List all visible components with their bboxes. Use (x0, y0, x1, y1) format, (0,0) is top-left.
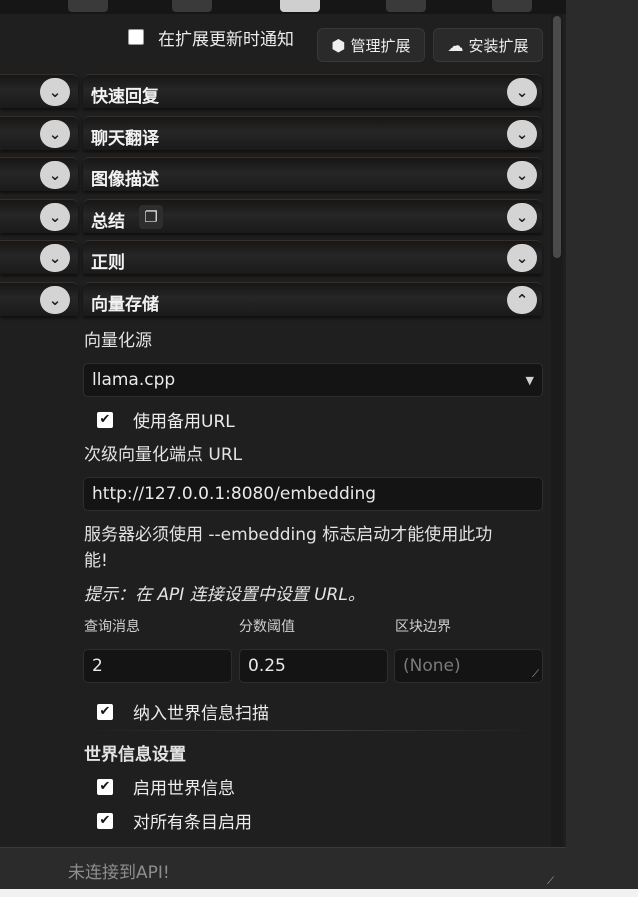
left-drawer-2[interactable]: ⌄ (0, 116, 78, 150)
status-placeholder: 未连接到API! (68, 863, 170, 883)
enable-all-label: 对所有条目启用 (133, 813, 252, 833)
card-icon[interactable] (492, 0, 532, 12)
left-drawer-5[interactable]: ⌄ (0, 240, 78, 274)
divider (84, 730, 542, 731)
extensions-icon[interactable] (280, 0, 320, 12)
chevron-down-icon[interactable]: ⌄ (507, 203, 537, 231)
footer-strip (0, 889, 638, 897)
scrollbar-thumb[interactable] (553, 16, 561, 258)
chat-input-bar[interactable]: 未连接到API! ⟋ (0, 847, 566, 889)
chevron-down-icon[interactable]: ⌄ (40, 78, 70, 106)
chevron-up-icon[interactable]: ⌃ (507, 286, 537, 314)
server-note-line2: 能! (84, 551, 108, 571)
chunk-boundary-placeholder: (None) (403, 656, 461, 676)
drawer-title: 向量存储 (91, 295, 159, 315)
top-toolbar (0, 0, 568, 14)
vectorization-source-label: 向量化源 (84, 331, 152, 351)
secondary-endpoint-label: 次级向量化端点 URL (84, 445, 243, 465)
endpoint-value: http://127.0.0.1:8080/embedding (92, 484, 377, 504)
install-extension-button[interactable]: ☁ 安装扩展 (433, 28, 543, 62)
chevron-down-icon[interactable]: ⌄ (40, 120, 70, 148)
chevron-down-icon[interactable]: ⌄ (40, 203, 70, 231)
wi-settings-title: 世界信息设置 (84, 745, 186, 765)
drawer-title: 快速回复 (91, 87, 159, 107)
drawer-title: 正则 (91, 253, 125, 273)
enable-wi-label: 启用世界信息 (133, 779, 235, 799)
selected-source: llama.cpp (92, 370, 176, 390)
manage-extensions-label: 管理扩展 (350, 36, 411, 55)
enable-wi-checkbox[interactable]: ✔ (97, 778, 113, 795)
server-note-line1: 服务器必须使用 --embedding 标志启动才能使用此功 (84, 525, 493, 545)
score-threshold-label: 分数阈值 (239, 619, 295, 635)
use-alt-url-row[interactable]: ✔ 使用备用URL (97, 407, 235, 432)
left-drawer-1[interactable]: ⌄ (0, 74, 78, 108)
score-threshold-value: 0.25 (248, 656, 286, 676)
gear-icon[interactable] (68, 0, 108, 12)
chevron-down-icon[interactable]: ⌄ (507, 244, 537, 272)
enable-wi-row[interactable]: ✔ 启用世界信息 (97, 774, 235, 799)
left-drawer-3[interactable]: ⌄ (0, 157, 78, 191)
enable-all-checkbox[interactable]: ✔ (97, 812, 113, 829)
chunk-boundary-label: 区块边界 (395, 619, 451, 635)
include-wi-row[interactable]: ✔ 纳入世界信息扫描 (97, 699, 269, 724)
chevron-down-icon[interactable]: ⌄ (507, 78, 537, 106)
resize-handle-icon[interactable]: ⟋ (532, 669, 539, 680)
cubes-icon: ⬢ (331, 35, 346, 55)
hint-text: 提示：在 API 连接设置中设置 URL。 (84, 585, 365, 605)
drawer-chat-translation[interactable]: 聊天翻译 ⌄ (83, 116, 542, 150)
score-threshold-input[interactable]: 0.25 (239, 649, 388, 683)
drawer-quick-reply[interactable]: 快速回复 ⌄ (83, 74, 542, 108)
chevron-down-icon[interactable]: ⌄ (40, 244, 70, 272)
secondary-endpoint-input[interactable]: http://127.0.0.1:8080/embedding (83, 477, 543, 511)
chevron-down-icon[interactable]: ⌄ (507, 120, 537, 148)
dropdown-arrow-icon: ▼ (525, 374, 534, 387)
circle-icon[interactable] (386, 0, 426, 12)
include-wi-checkbox[interactable]: ✔ (97, 703, 113, 720)
enable-all-row[interactable]: ✔ 对所有条目启用 (97, 808, 252, 833)
drawer-title: 图像描述 (91, 170, 159, 190)
drawer-regex[interactable]: 正则 ⌄ (83, 240, 542, 274)
chevron-down-icon[interactable]: ⌄ (40, 161, 70, 189)
left-drawer-6[interactable]: ⌄ (0, 282, 78, 316)
use-alt-url-checkbox[interactable]: ✔ (97, 411, 113, 428)
left-drawer-4[interactable]: ⌄ (0, 199, 78, 233)
install-extension-label: 安装扩展 (468, 36, 529, 55)
query-messages-input[interactable]: 2 (83, 649, 232, 683)
drawer-image-captioning[interactable]: 图像描述 ⌄ (83, 157, 542, 191)
background-gap (566, 0, 638, 897)
chevron-down-icon[interactable]: ⌄ (507, 161, 537, 189)
drawer-title: 聊天翻译 (91, 129, 159, 149)
notify-checkbox[interactable] (128, 29, 144, 45)
notify-on-update-row[interactable]: 在扩展更新时通知 (128, 21, 294, 53)
drawer-title: 总结 (91, 212, 125, 232)
include-wi-label: 纳入世界信息扫描 (133, 704, 269, 724)
use-alt-url-label: 使用备用URL (133, 412, 235, 432)
resize-handle-icon[interactable]: ⟋ (547, 876, 554, 887)
drawer-vector-storage[interactable]: 向量存储 ⌃ (83, 282, 542, 316)
manage-extensions-button[interactable]: ⬢ 管理扩展 (317, 28, 425, 62)
query-messages-label: 查询消息 (84, 619, 140, 635)
chevron-down-icon[interactable]: ⌄ (40, 286, 70, 314)
drawer-summarize[interactable]: 总结 ❐ ⌄ (83, 199, 542, 233)
window-icon[interactable] (172, 0, 212, 12)
cloud-download-icon: ☁ (447, 35, 464, 55)
notify-label: 在扩展更新时通知 (158, 29, 294, 50)
vectorization-source-select[interactable]: llama.cpp ▼ (83, 363, 543, 397)
copy-icon[interactable]: ❐ (139, 205, 163, 229)
query-messages-value: 2 (92, 656, 103, 676)
chunk-boundary-textarea[interactable]: (None) ⟋ (394, 649, 543, 683)
